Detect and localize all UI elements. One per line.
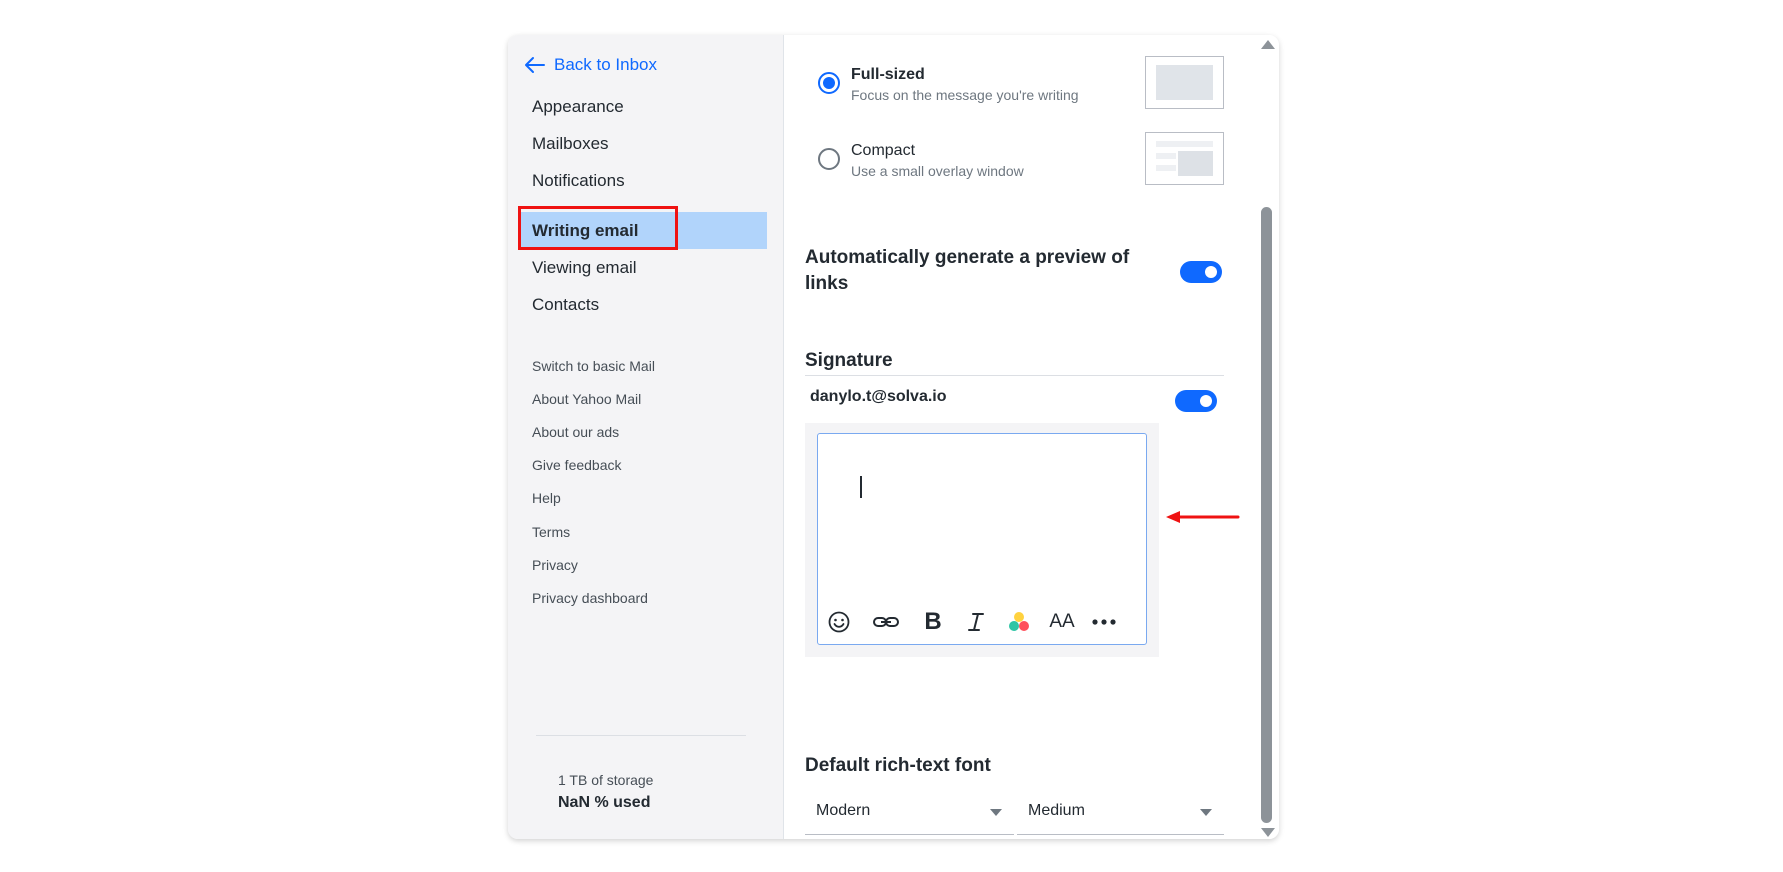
radio-compact[interactable] [818, 148, 840, 170]
nav-appearance[interactable]: Appearance [532, 97, 624, 117]
color-icon[interactable] [1004, 607, 1034, 637]
back-to-inbox-link[interactable]: Back to Inbox [524, 55, 657, 75]
option-compact-desc: Use a small overlay window [851, 163, 1024, 179]
signature-editor-wrap: B AA [805, 423, 1159, 657]
nav-mailboxes[interactable]: Mailboxes [532, 134, 609, 154]
signature-divider [805, 375, 1224, 376]
storage-label: 1 TB of storage [558, 772, 654, 788]
option-full-sized-desc: Focus on the message you're writing [851, 87, 1079, 103]
radio-full-sized[interactable] [818, 72, 840, 94]
nav-contacts[interactable]: Contacts [532, 295, 599, 315]
link-preview-toggle[interactable] [1180, 261, 1222, 283]
scroll-up-arrow-icon[interactable] [1261, 40, 1275, 49]
option-full-sized-title: Full-sized [851, 66, 925, 83]
nav-notifications[interactable]: Notifications [532, 171, 625, 191]
bold-icon[interactable]: B [918, 607, 948, 637]
compact-preview-icon[interactable] [1145, 132, 1224, 185]
sidebar-divider [536, 735, 746, 736]
text-caret [860, 476, 862, 498]
chevron-down-icon [1200, 809, 1212, 816]
italic-icon[interactable] [961, 607, 991, 637]
font-size-icon[interactable]: AA [1047, 607, 1077, 637]
nav-viewing-email[interactable]: Viewing email [532, 258, 637, 278]
option-compact-title: Compact [851, 142, 916, 159]
scrollbar[interactable] [1254, 35, 1279, 839]
storage-used: NaN % used [558, 794, 651, 811]
settings-panel: Back to Inbox Appearance Mailboxes Notif… [508, 35, 1279, 839]
link-about-our-ads[interactable]: About our ads [532, 424, 619, 440]
full-sized-preview-icon[interactable] [1145, 56, 1224, 109]
nav-writing-email[interactable]: Writing email [532, 221, 638, 241]
arrow-left-icon [525, 57, 545, 73]
emoji-icon[interactable] [824, 607, 854, 637]
font-size-select[interactable]: Medium [1017, 790, 1224, 835]
scrollbar-thumb[interactable] [1261, 207, 1272, 823]
signature-editor[interactable]: B AA [817, 433, 1147, 645]
link-privacy-dashboard[interactable]: Privacy dashboard [532, 590, 648, 606]
back-to-inbox-label: Back to Inbox [554, 55, 658, 74]
link-preview-title-line2: links [805, 273, 849, 294]
font-family-value: Modern [816, 802, 871, 819]
link-preview-title: Automatically generate a preview of [805, 247, 1130, 268]
link-terms[interactable]: Terms [532, 524, 570, 540]
settings-content: Full-sized Focus on the message you're w… [784, 35, 1254, 839]
signature-email: danylo.t@solva.io [810, 388, 947, 405]
annotation-arrow-icon [1166, 511, 1240, 523]
font-family-select[interactable]: Modern [805, 790, 1014, 835]
signature-title: Signature [805, 350, 893, 371]
link-icon[interactable] [871, 607, 901, 637]
link-about-yahoo-mail[interactable]: About Yahoo Mail [532, 391, 641, 407]
settings-sidebar: Back to Inbox Appearance Mailboxes Notif… [508, 35, 784, 839]
chevron-down-icon [990, 809, 1002, 816]
link-give-feedback[interactable]: Give feedback [532, 457, 622, 473]
link-privacy[interactable]: Privacy [532, 557, 578, 573]
font-size-value: Medium [1028, 802, 1085, 819]
default-font-title: Default rich-text font [805, 755, 991, 776]
link-help[interactable]: Help [532, 490, 561, 506]
link-switch-basic-mail[interactable]: Switch to basic Mail [532, 358, 655, 374]
more-icon[interactable] [1089, 607, 1119, 637]
signature-toggle[interactable] [1175, 390, 1217, 412]
scroll-down-arrow-icon[interactable] [1261, 828, 1275, 837]
